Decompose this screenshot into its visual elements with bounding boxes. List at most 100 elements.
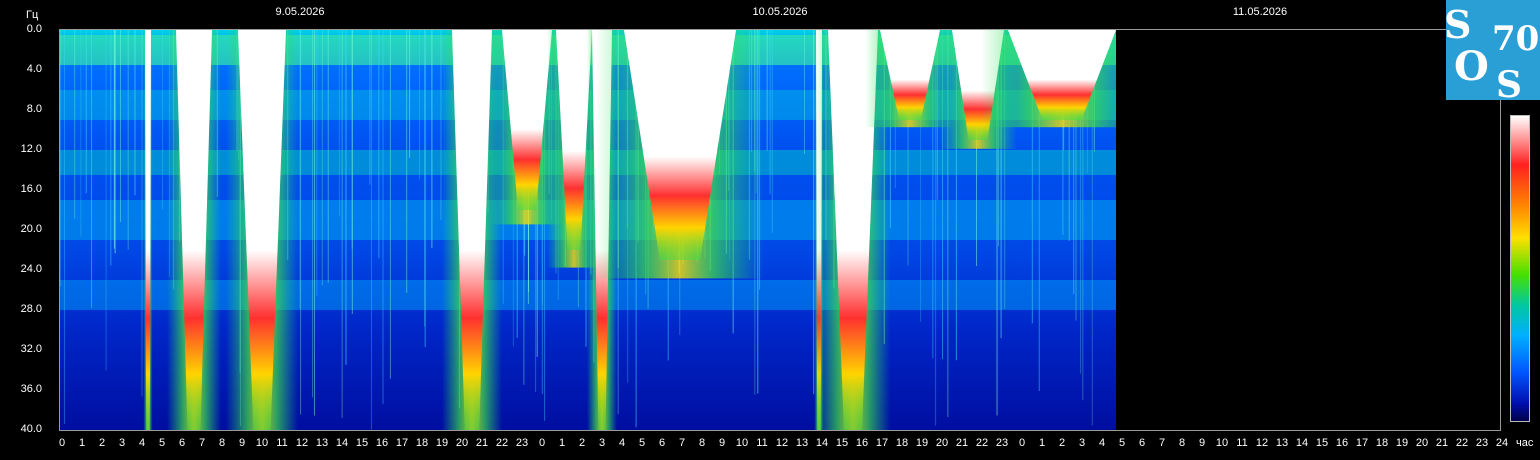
interference-line: [141, 30, 143, 397]
interference-line: [345, 30, 347, 365]
x-tick-label: 16: [1335, 437, 1349, 449]
x-tick-label: 7: [198, 437, 206, 449]
x-tick-label: 3: [598, 437, 606, 449]
x-tick-label: 18: [415, 437, 429, 449]
interference-line: [389, 30, 391, 379]
x-tick-label: 19: [1395, 437, 1409, 449]
x-axis-title: час: [1516, 437, 1534, 449]
x-tick-label: 3: [1078, 437, 1086, 449]
interference-line: [312, 30, 314, 398]
x-tick-label: 0: [1018, 437, 1026, 449]
x-tick-label: 12: [775, 437, 789, 449]
logo-number: 70: [1492, 19, 1539, 59]
interference-line: [813, 30, 815, 395]
interference-line: [63, 30, 65, 424]
interference-line: [766, 30, 768, 151]
logo-letter-s2: S: [1496, 64, 1522, 100]
x-tick-label: 1: [1038, 437, 1046, 449]
x-tick-label: 21: [475, 437, 489, 449]
x-tick-label: 14: [335, 437, 349, 449]
interference-line: [60, 30, 62, 287]
color-scale-bar: [1510, 115, 1530, 422]
x-tick-label: 8: [698, 437, 706, 449]
x-tick-label: 16: [375, 437, 389, 449]
x-tick-label: 10: [735, 437, 749, 449]
x-tick-label: 11: [276, 437, 288, 449]
x-tick-label: 21: [1435, 437, 1449, 449]
interference-line: [127, 30, 129, 250]
x-tick-label: 20: [1415, 437, 1429, 449]
x-tick-label: 3: [118, 437, 126, 449]
interference-line: [300, 30, 302, 415]
x-tick-label: 8: [1178, 437, 1186, 449]
x-tick-label: 5: [158, 437, 166, 449]
interference-line: [803, 30, 805, 155]
interference-line: [110, 30, 112, 266]
x-tick-label: 4: [618, 437, 626, 449]
x-tick-label: 18: [1375, 437, 1389, 449]
x-tick-label: 19: [915, 437, 929, 449]
x-tick-label: 13: [1275, 437, 1289, 449]
date-label: 11.05.2026: [1232, 6, 1288, 18]
x-tick-label: 7: [678, 437, 686, 449]
x-tick-label: 1: [558, 437, 566, 449]
x-tick-label: 20: [455, 437, 469, 449]
x-tick-label: 4: [138, 437, 146, 449]
interference-line: [769, 30, 771, 195]
interference-line: [382, 30, 384, 405]
date-label: 10.05.2026: [752, 6, 808, 18]
x-tick-label: 13: [795, 437, 809, 449]
x-tick-label: 2: [98, 437, 106, 449]
x-tick-label: 17: [395, 437, 409, 449]
x-tick-label: 14: [815, 437, 829, 449]
interference-line: [409, 30, 411, 158]
x-tick-label: 13: [315, 437, 329, 449]
x-tick-label: 4: [1098, 437, 1106, 449]
interference-line: [316, 30, 318, 297]
interference-line: [418, 30, 420, 180]
x-tick-label: 24: [1495, 437, 1509, 449]
interference-line: [313, 30, 315, 416]
x-tick-label: 9: [238, 437, 246, 449]
x-tick-label: 15: [355, 437, 369, 449]
x-tick-label: 1: [78, 437, 86, 449]
x-tick-label: 20: [935, 437, 949, 449]
x-tick-label: 5: [638, 437, 646, 449]
interference-line: [119, 30, 121, 222]
x-tick-label: 23: [995, 437, 1009, 449]
interference-line: [85, 30, 87, 194]
interference-line: [134, 30, 136, 196]
x-tick-label: 12: [295, 437, 309, 449]
x-tick-label: 2: [1058, 437, 1066, 449]
x-tick-label: 22: [495, 437, 509, 449]
x-tick-label: 22: [1455, 437, 1469, 449]
x-tick-label: 17: [1355, 437, 1369, 449]
interference-line: [91, 30, 93, 308]
interference-line: [378, 30, 380, 259]
y-tick-label: 36.0: [20, 383, 42, 395]
x-tick-label: 17: [875, 437, 889, 449]
x-tick-label: 8: [218, 437, 226, 449]
y-tick-label: 20.0: [20, 223, 42, 235]
interference-line: [431, 30, 433, 249]
x-tick-label: 18: [895, 437, 909, 449]
x-tick-label: 9: [1198, 437, 1206, 449]
x-tick-label: 15: [1315, 437, 1329, 449]
interference-line: [321, 30, 323, 286]
y-tick-label: 0.0: [26, 23, 42, 35]
interference-line: [74, 30, 76, 219]
no-data-region: [1116, 30, 1500, 430]
sos70-logo: S 70 O S: [1444, 0, 1540, 106]
y-tick-label: 28.0: [20, 303, 42, 315]
x-tick-label: 6: [178, 437, 186, 449]
x-tick-label: 5: [1118, 437, 1126, 449]
spectrogram-plot: [59, 29, 1501, 431]
y-tick-label: 4.0: [26, 63, 42, 75]
x-tick-label: 6: [1138, 437, 1146, 449]
y-axis-title: Гц: [26, 9, 39, 21]
interference-line: [370, 30, 372, 430]
x-tick-label: 23: [1475, 437, 1489, 449]
x-tick-label: 0: [538, 437, 546, 449]
x-tick-label: 12: [1255, 437, 1269, 449]
interference-line: [369, 30, 371, 185]
